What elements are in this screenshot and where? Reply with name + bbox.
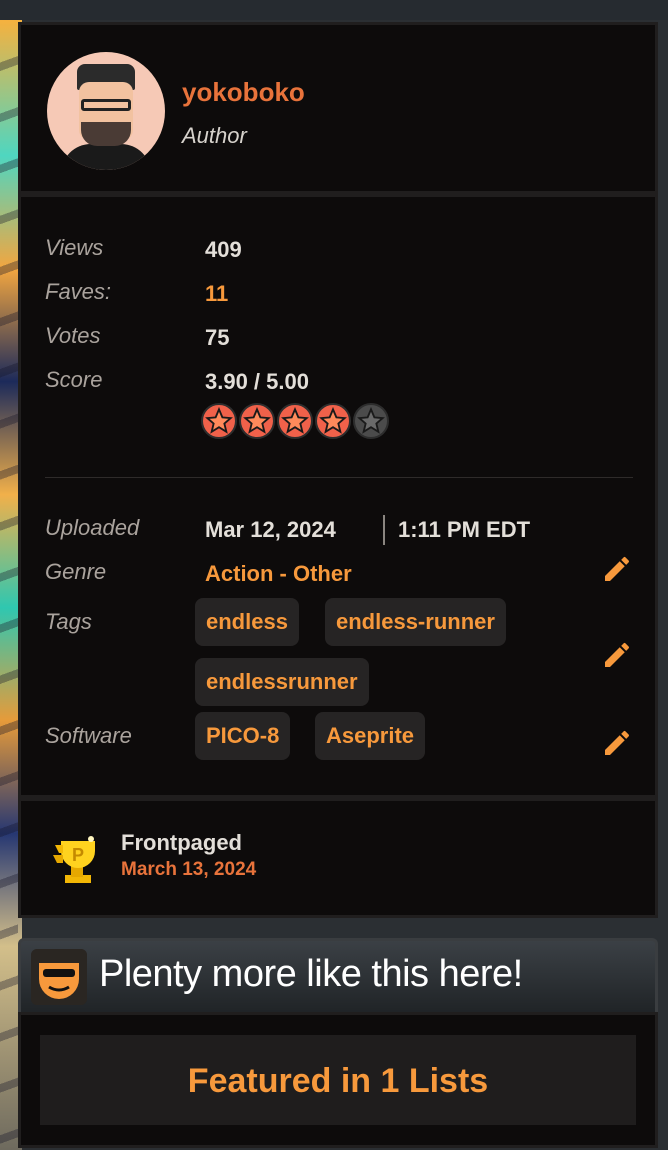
more-like-this-panel: Featured in 1 Lists: [18, 1012, 658, 1148]
uploaded-time: 1:11 PM EDT: [398, 517, 531, 542]
edit-software-pencil-icon[interactable]: [601, 727, 633, 759]
top-bar: [0, 0, 668, 20]
edit-genre-pencil-icon[interactable]: [601, 553, 633, 585]
frontpaged-panel: P Frontpaged March 13, 2024: [18, 798, 658, 918]
score-stars: [201, 403, 389, 439]
stats-panel: Views 409 Faves: 11 Votes 75 Score 3.90 …: [18, 194, 658, 798]
votes-value: 75: [205, 325, 230, 350]
score-value: 3.90 / 5.00: [205, 369, 309, 394]
background-artwork-overlay: [0, 20, 18, 1150]
more-like-this-title: Plenty more like this here!: [99, 953, 523, 995]
newgrounds-logo-icon: [31, 949, 87, 1005]
author-name-link[interactable]: yokoboko: [182, 77, 305, 108]
stats-divider: [45, 477, 633, 478]
author-panel: yokoboko Author: [18, 22, 658, 194]
software-label: Software: [45, 723, 132, 748]
software-chip[interactable]: Aseprite: [315, 712, 426, 760]
score-label: Score: [45, 367, 103, 392]
views-label: Views: [45, 235, 104, 260]
avatar-body: [61, 144, 151, 170]
tags-label: Tags: [45, 609, 92, 634]
featured-in-lists-button[interactable]: Featured in 1 Lists: [40, 1035, 636, 1125]
frontpaged-title: Frontpaged: [121, 830, 242, 855]
svg-text:P: P: [72, 845, 84, 865]
tag-chip[interactable]: endlessrunner: [195, 658, 369, 706]
star-filled-icon[interactable]: [315, 403, 351, 439]
faves-value[interactable]: 11: [205, 281, 228, 307]
more-like-this-header: Plenty more like this here!: [18, 938, 658, 1012]
star-filled-icon[interactable]: [239, 403, 275, 439]
avatar[interactable]: [47, 52, 165, 170]
avatar-glasses: [81, 99, 131, 111]
tag-chip[interactable]: endless-runner: [325, 598, 506, 646]
author-role: Author: [182, 123, 247, 148]
avatar-beard: [81, 122, 131, 146]
star-empty-icon[interactable]: [353, 403, 389, 439]
frontpaged-date: March 13, 2024: [121, 859, 257, 880]
frontpage-trophy-icon: P: [53, 836, 95, 883]
votes-label: Votes: [45, 323, 101, 348]
uploaded-label: Uploaded: [45, 515, 140, 540]
star-filled-icon[interactable]: [201, 403, 237, 439]
genre-link[interactable]: Action - Other: [205, 561, 352, 587]
tag-chip[interactable]: endless: [195, 598, 299, 646]
views-value: 409: [205, 237, 242, 262]
star-filled-icon[interactable]: [277, 403, 313, 439]
genre-label: Genre: [45, 559, 107, 584]
faves-label: Faves:: [45, 279, 112, 304]
uploaded-date: Mar 12, 2024: [205, 517, 336, 542]
date-time-separator: [383, 515, 385, 545]
software-chip[interactable]: PICO-8: [195, 712, 291, 760]
edit-tags-pencil-icon[interactable]: [601, 639, 633, 671]
